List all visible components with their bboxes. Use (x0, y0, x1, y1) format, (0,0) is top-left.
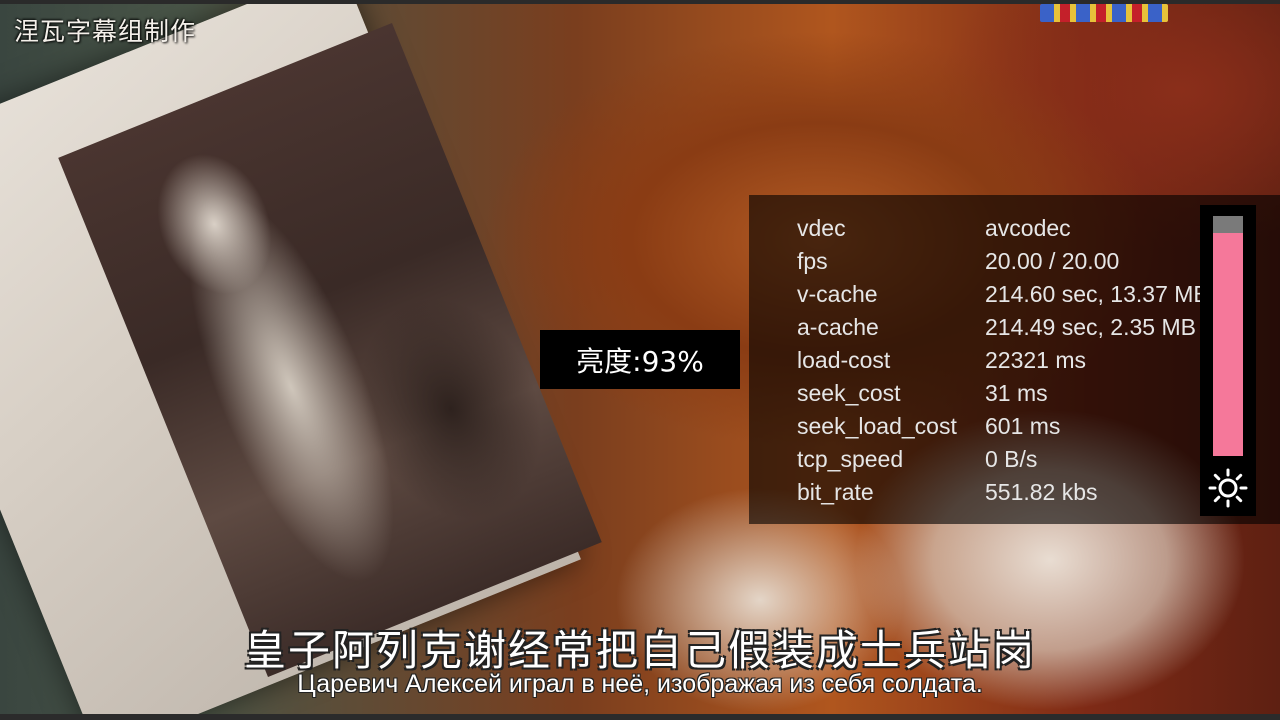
subtitle-chinese: 皇子阿列克谢经常把自己假装成士兵站岗 (243, 626, 1036, 675)
info-key: tcp_speed (797, 446, 904, 472)
channel-logo (1040, 4, 1168, 22)
info-value: 22321 ms (985, 347, 1087, 373)
brightness-slider-fill (1213, 232, 1243, 456)
info-key: v-cache (797, 281, 878, 307)
top-edge (0, 0, 1280, 4)
info-key: seek_load_cost (797, 413, 957, 439)
info-value: 601 ms (985, 413, 1061, 439)
brightness-slider-track[interactable] (1213, 216, 1243, 456)
info-value: 0 B/s (985, 446, 1038, 472)
info-value: 551.82 kbs (985, 479, 1098, 505)
info-key: load-cost (797, 347, 891, 373)
video-player[interactable]: 涅瓦字幕组制作 皇子阿列克谢经常把自己假装成士兵站岗 Царевич Алекс… (0, 0, 1280, 720)
subtitle-russian: Царевич Алексей играл в неё, изображая и… (297, 670, 983, 698)
info-key: a-cache (797, 314, 879, 340)
sun-brightness-icon (1208, 468, 1248, 508)
info-value: 214.60 sec, 13.37 MB (985, 281, 1201, 307)
fansub-watermark: 涅瓦字幕组制作 (14, 17, 197, 46)
info-key: fps (797, 248, 828, 274)
info-value: 20.00 / 20.00 (985, 248, 1120, 274)
brightness-slider[interactable] (1200, 205, 1256, 516)
bottom-edge (0, 714, 1280, 720)
info-value: 31 ms (985, 380, 1048, 406)
info-key: vdec (797, 215, 846, 241)
info-value: 214.49 sec, 2.35 MB (985, 314, 1196, 340)
brightness-toast: 亮度:93% (540, 330, 740, 389)
info-key: seek_cost (797, 380, 901, 406)
info-key: bit_rate (797, 479, 874, 505)
info-value: avcodec (985, 215, 1071, 241)
